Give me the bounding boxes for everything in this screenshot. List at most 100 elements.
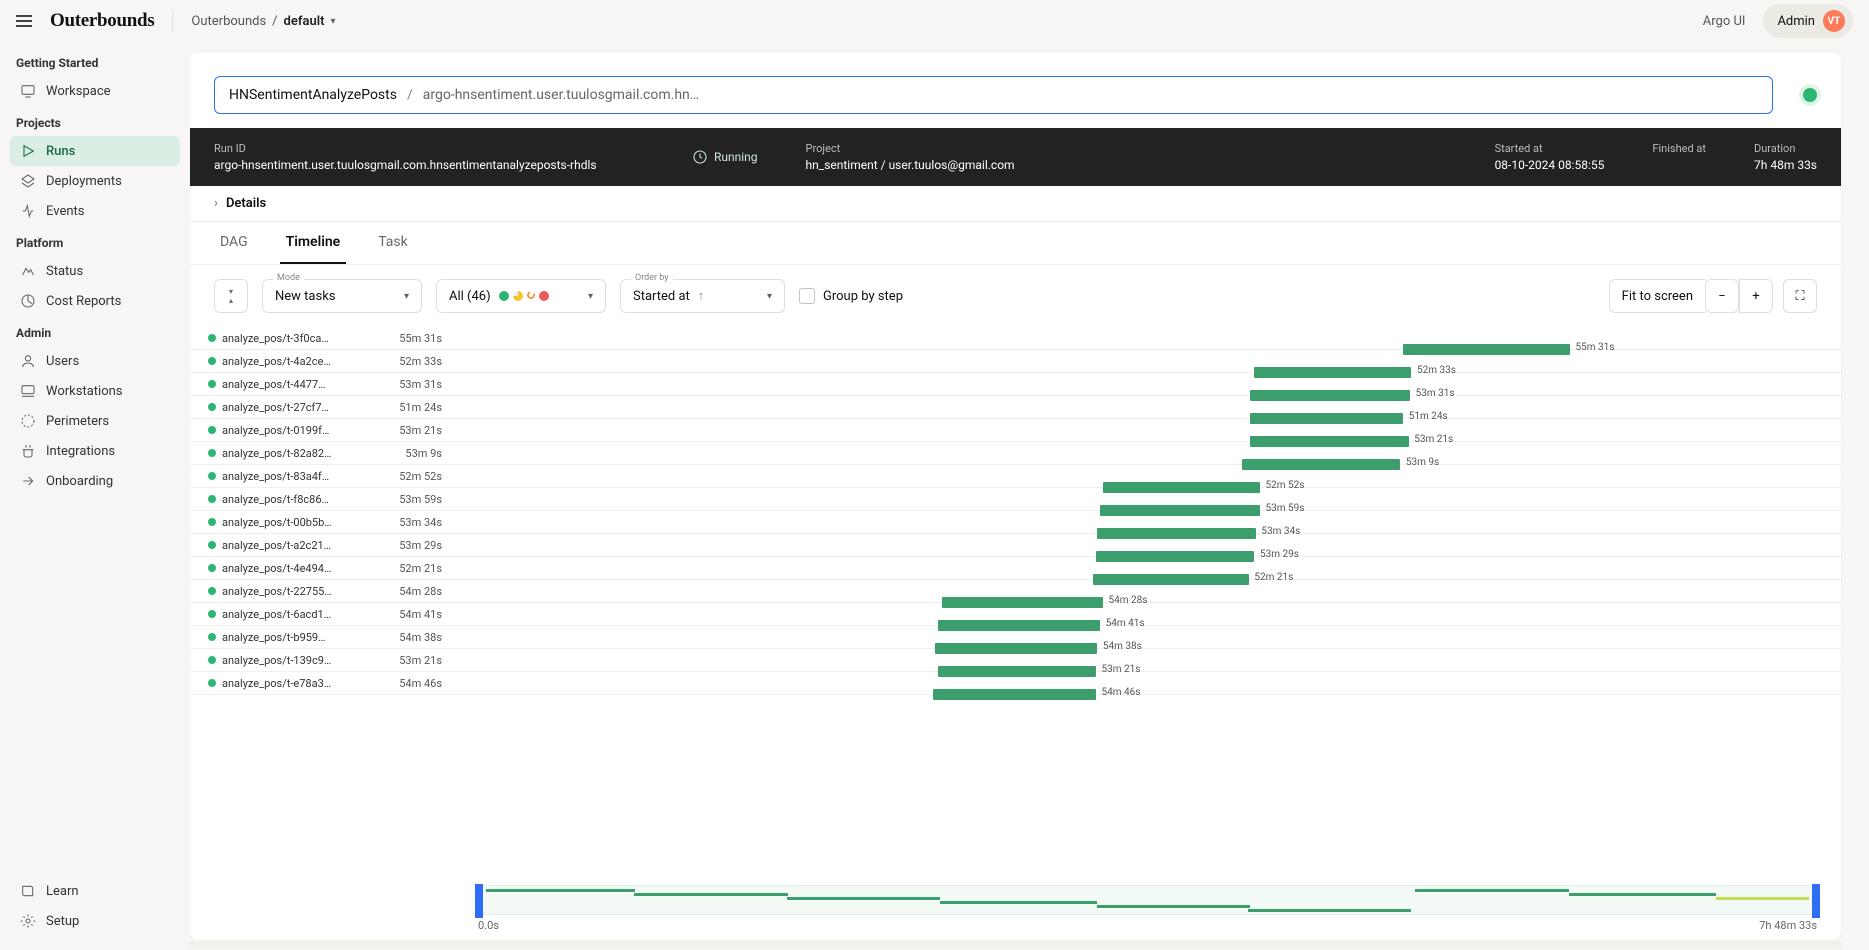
chevron-down-icon: ▾	[767, 291, 772, 302]
task-bar	[1250, 413, 1403, 424]
breadcrumb-org: Outerbounds	[191, 14, 266, 29]
sidebar-item-status[interactable]: Status	[10, 256, 180, 286]
task-bar-label: 52m 21s	[1254, 572, 1293, 583]
checkbox-icon	[799, 288, 815, 304]
axis-end: 7h 48m 33s	[1759, 919, 1817, 932]
sidebar-item-integrations[interactable]: Integrations	[10, 436, 180, 466]
tab-timeline[interactable]: Timeline	[280, 222, 347, 264]
admin-menu[interactable]: Admin VT	[1763, 4, 1853, 38]
task-duration: 54m 38s	[390, 631, 450, 644]
task-bar	[1093, 574, 1249, 585]
argo-ui-link[interactable]: Argo UI	[1703, 14, 1746, 29]
events-icon	[20, 203, 36, 219]
task-bar	[938, 620, 1101, 631]
group-by-step-toggle[interactable]: Group by step	[799, 288, 903, 304]
mode-select[interactable]: Mode New tasks ▾	[262, 279, 422, 313]
workspace-icon	[20, 83, 36, 99]
sidebar-item-perimeters[interactable]: Perimeters	[10, 406, 180, 436]
tab-dag[interactable]: DAG	[214, 222, 254, 264]
sidebar-item-cost-reports[interactable]: Cost Reports	[10, 286, 180, 316]
timeline-row[interactable]: analyze_pos/t-a2c21… 53m 29s 53m 29s	[190, 534, 1841, 557]
task-bar	[1103, 482, 1260, 493]
timeline-rows[interactable]: analyze_pos/t-3f0ca… 55m 31s 55m 31s ana…	[190, 327, 1841, 883]
timeline-row[interactable]: analyze_pos/t-22755… 54m 28s 54m 28s	[190, 580, 1841, 603]
task-name: analyze_pos/t-22755…	[222, 585, 332, 598]
details-label: Details	[226, 196, 266, 211]
timeline-row[interactable]: analyze_pos/t-4477… 53m 31s 53m 31s	[190, 373, 1841, 396]
sidebar-item-label: Learn	[46, 884, 79, 899]
timeline-row[interactable]: analyze_pos/t-4a2ce… 52m 33s 52m 33s	[190, 350, 1841, 373]
timeline-row[interactable]: analyze_pos/t-0199f… 53m 21s 53m 21s	[190, 419, 1841, 442]
details-toggle[interactable]: › Details	[190, 186, 1841, 222]
sidebar-item-label: Onboarding	[46, 474, 113, 489]
group-by-step-label: Group by step	[823, 289, 903, 304]
sidebar-item-runs[interactable]: Runs	[10, 136, 180, 166]
chip-failed-icon	[539, 291, 549, 301]
sidebar-item-users[interactable]: Users	[10, 346, 180, 376]
chip-running-icon	[513, 291, 523, 301]
zoom-out-button[interactable]: −	[1705, 279, 1739, 313]
collapse-expand-button[interactable]: ▾▴	[214, 279, 248, 313]
sidebar-item-setup[interactable]: Setup	[10, 906, 180, 936]
timeline-row[interactable]: analyze_pos/t-82a82… 53m 9s 53m 9s	[190, 442, 1841, 465]
timeline-row[interactable]: analyze_pos/t-00b5b… 53m 34s 53m 34s	[190, 511, 1841, 534]
breadcrumb[interactable]: Outerbounds / default ▾	[191, 14, 335, 29]
sidebar-item-deployments[interactable]: Deployments	[10, 166, 180, 196]
run-meta-band: Run ID argo-hnsentiment.user.tuulosgmail…	[190, 128, 1841, 186]
section-admin: Admin	[10, 316, 180, 346]
task-name: analyze_pos/t-0199f…	[222, 424, 329, 437]
sidebar-item-label: Events	[46, 204, 84, 219]
task-bar-label: 54m 41s	[1106, 618, 1145, 629]
mode-label: Mode	[273, 273, 304, 283]
menu-toggle-icon[interactable]	[16, 15, 32, 27]
minimap-handle-left[interactable]	[475, 884, 483, 918]
order-select[interactable]: Order by Started at ↑ ▾	[620, 279, 785, 313]
sidebar-item-label: Deployments	[46, 174, 122, 189]
onboarding-icon	[20, 473, 36, 489]
timeline-row[interactable]: analyze_pos/t-4e494… 52m 21s 52m 21s	[190, 557, 1841, 580]
task-status-dot	[208, 633, 216, 641]
sidebar-item-onboarding[interactable]: Onboarding	[10, 466, 180, 496]
task-name: analyze_pos/t-a2c21…	[222, 539, 331, 552]
run-id-label: Run ID	[214, 142, 644, 155]
minimap-handle-right[interactable]	[1812, 884, 1820, 918]
zoom-in-button[interactable]: +	[1739, 279, 1773, 313]
task-name: analyze_pos/t-b959…	[222, 631, 325, 644]
fullscreen-button[interactable]: ⛶	[1783, 279, 1817, 313]
sidebar-item-learn[interactable]: Learn	[10, 876, 180, 906]
status-icon	[20, 263, 36, 279]
task-bar-label: 53m 21s	[1102, 664, 1141, 675]
sidebar-item-workspace[interactable]: Workspace	[10, 76, 180, 106]
task-status-dot	[208, 518, 216, 526]
task-bar-label: 53m 59s	[1266, 503, 1305, 514]
task-bar	[938, 666, 1096, 677]
timeline-row[interactable]: analyze_pos/t-83a4f… 52m 52s 52m 52s	[190, 465, 1841, 488]
timeline-row[interactable]: analyze_pos/t-3f0ca… 55m 31s 55m 31s	[190, 327, 1841, 350]
sidebar-item-label: Cost Reports	[46, 294, 121, 309]
run-search-input[interactable]: HNSentimentAnalyzePosts / argo-hnsentime…	[214, 76, 1773, 114]
task-duration: 53m 9s	[390, 447, 450, 460]
chevron-down-icon[interactable]: ▾	[330, 16, 335, 27]
breadcrumb-project: default	[284, 14, 325, 29]
flow-name: HNSentimentAnalyzePosts	[229, 87, 397, 103]
task-name: analyze_pos/t-4477…	[222, 378, 325, 391]
task-bar-label: 53m 9s	[1406, 457, 1439, 468]
timeline-row[interactable]: analyze_pos/t-f8c86… 53m 59s 53m 59s	[190, 488, 1841, 511]
fit-to-screen-button[interactable]: Fit to screen	[1609, 279, 1705, 313]
task-bar	[942, 597, 1103, 608]
sidebar-item-workstations[interactable]: Workstations	[10, 376, 180, 406]
logo: Outerbounds	[50, 10, 154, 32]
tab-task[interactable]: Task	[372, 222, 414, 264]
timeline-row[interactable]: analyze_pos/t-27cf7… 51m 24s 51m 24s	[190, 396, 1841, 419]
admin-label: Admin	[1777, 14, 1815, 29]
task-status-dot	[208, 587, 216, 595]
deployments-icon	[20, 173, 36, 189]
status-filter-select[interactable]: All (46) ▾	[436, 279, 606, 313]
sidebar-item-label: Workstations	[46, 384, 123, 399]
task-status-dot	[208, 334, 216, 342]
clock-icon	[692, 149, 708, 165]
minimap[interactable]	[478, 885, 1817, 915]
sidebar-item-events[interactable]: Events	[10, 196, 180, 226]
task-duration: 53m 29s	[390, 539, 450, 552]
task-duration: 53m 34s	[390, 516, 450, 529]
